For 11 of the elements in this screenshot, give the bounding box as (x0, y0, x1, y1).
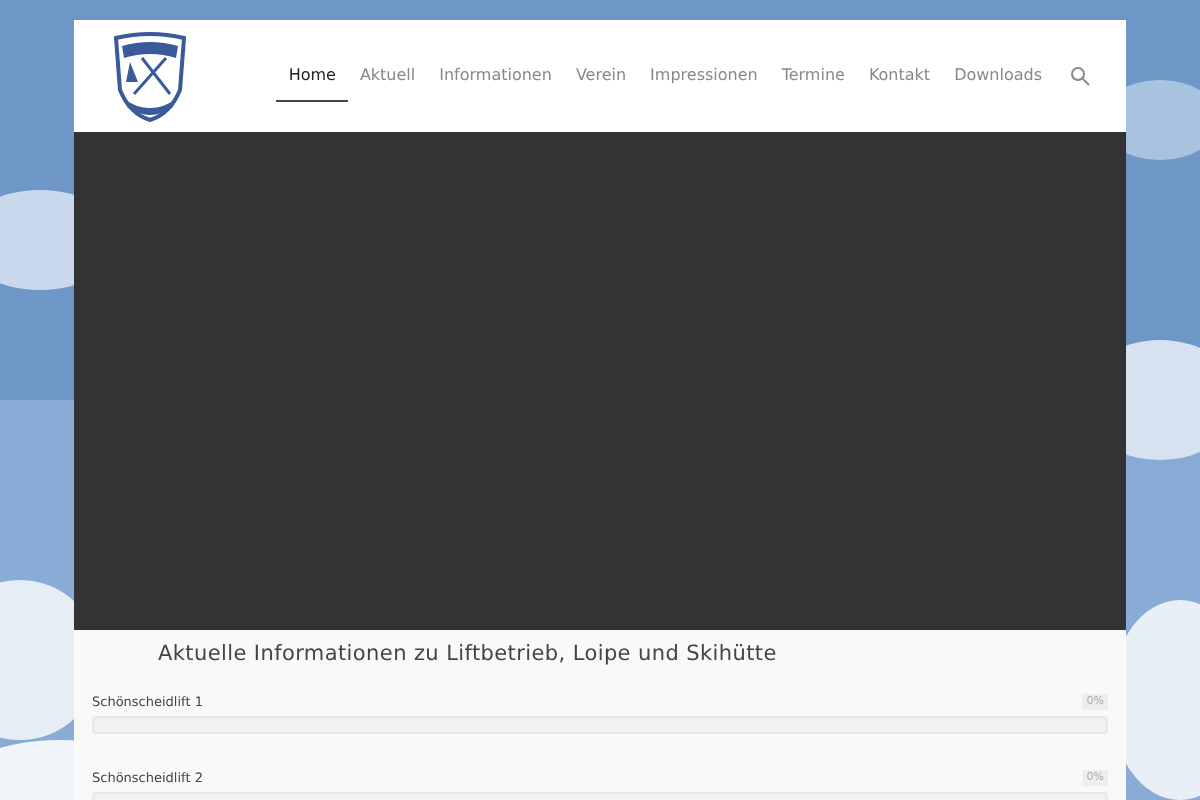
nav-link[interactable]: Home (276, 50, 348, 102)
nav-link[interactable]: Impressionen (638, 50, 770, 102)
nav-link[interactable]: Kontakt (856, 50, 943, 102)
nav-link[interactable]: Termine (769, 50, 857, 102)
club-logo-icon[interactable] (110, 30, 190, 122)
nav-link[interactable]: Aktuell (347, 50, 428, 102)
nav-link[interactable]: Verein (563, 50, 639, 102)
nav-link[interactable]: Downloads (942, 50, 1054, 102)
section-heading: Aktuelle Informationen zu Liftbetrieb, Loipe und Skihütte (158, 642, 779, 666)
nav-link[interactable]: Informationen (427, 50, 564, 102)
search-icon[interactable] (1070, 66, 1090, 86)
